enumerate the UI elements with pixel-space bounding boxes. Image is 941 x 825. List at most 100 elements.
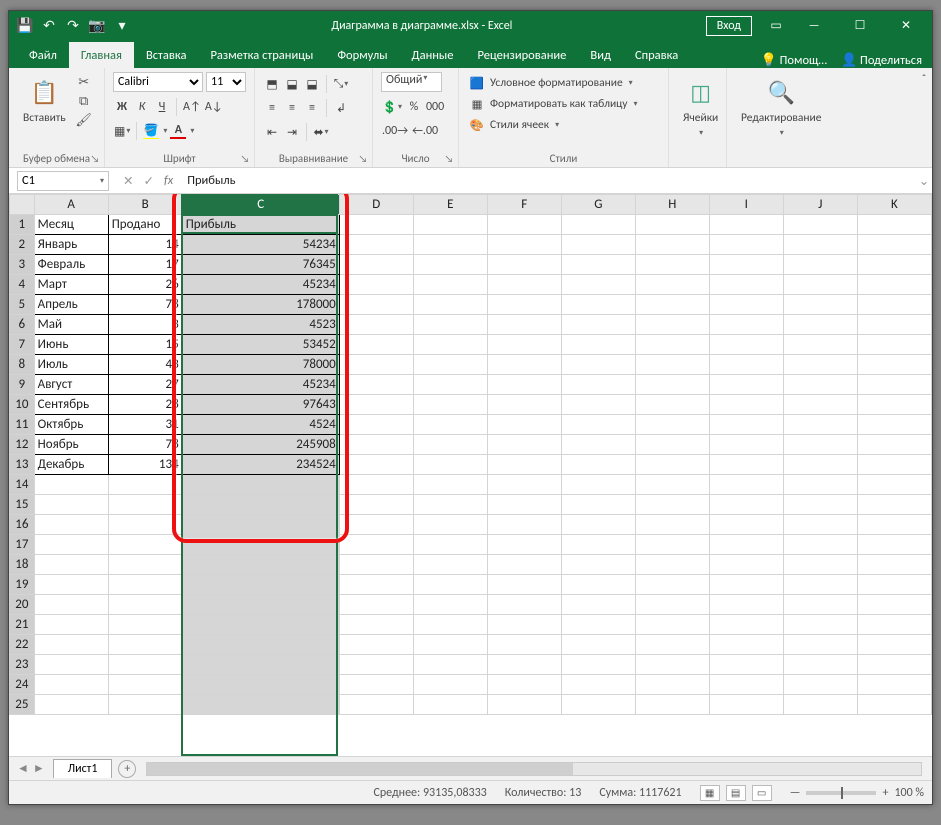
cell-E24[interactable] <box>413 675 487 695</box>
cell-F24[interactable] <box>487 675 561 695</box>
cell-H4[interactable] <box>635 275 709 295</box>
decrease-decimal-icon[interactable]: ←.00 <box>411 122 439 140</box>
cell-F15[interactable] <box>487 495 561 515</box>
column-header-K[interactable]: K <box>857 195 931 215</box>
cell-C7[interactable]: 53452 <box>182 335 339 355</box>
cell-G20[interactable] <box>561 595 635 615</box>
cell-H20[interactable] <box>635 595 709 615</box>
cell-G1[interactable] <box>561 215 635 235</box>
cell-E15[interactable] <box>413 495 487 515</box>
cell-G23[interactable] <box>561 655 635 675</box>
cell-E19[interactable] <box>413 575 487 595</box>
cell-I2[interactable] <box>709 235 783 255</box>
cell-I5[interactable] <box>709 295 783 315</box>
cell-C17[interactable] <box>182 535 339 555</box>
cell-H25[interactable] <box>635 695 709 715</box>
cell-B4[interactable]: 26 <box>108 275 182 295</box>
cell-E18[interactable] <box>413 555 487 575</box>
cell-F3[interactable] <box>487 255 561 275</box>
row-header-22[interactable]: 22 <box>10 635 35 655</box>
cell-E12[interactable] <box>413 435 487 455</box>
cell-F20[interactable] <box>487 595 561 615</box>
cell-E8[interactable] <box>413 355 487 375</box>
cell-F8[interactable] <box>487 355 561 375</box>
cell-J24[interactable] <box>783 675 857 695</box>
cell-I11[interactable] <box>709 415 783 435</box>
cell-H2[interactable] <box>635 235 709 255</box>
cell-F12[interactable] <box>487 435 561 455</box>
column-header-B[interactable]: B <box>108 195 182 215</box>
cell-B1[interactable]: Продано <box>108 215 182 235</box>
cell-I6[interactable] <box>709 315 783 335</box>
cell-D24[interactable] <box>339 675 413 695</box>
cell-C16[interactable] <box>182 515 339 535</box>
cell-H24[interactable] <box>635 675 709 695</box>
cell-I3[interactable] <box>709 255 783 275</box>
cell-J19[interactable] <box>783 575 857 595</box>
cell-A23[interactable] <box>34 655 108 675</box>
row-header-17[interactable]: 17 <box>10 535 35 555</box>
cell-D12[interactable] <box>339 435 413 455</box>
cell-D7[interactable] <box>339 335 413 355</box>
cell-D1[interactable] <box>339 215 413 235</box>
cell-I7[interactable] <box>709 335 783 355</box>
cell-D6[interactable] <box>339 315 413 335</box>
cell-A18[interactable] <box>34 555 108 575</box>
qat-customize-icon[interactable]: ▾ <box>114 18 130 34</box>
increase-decimal-icon[interactable]: .00→ <box>381 122 409 140</box>
cell-B23[interactable] <box>108 655 182 675</box>
cell-C13[interactable]: 234524 <box>182 455 339 475</box>
cell-D10[interactable] <box>339 395 413 415</box>
cell-C11[interactable]: 4524 <box>182 415 339 435</box>
cell-A14[interactable] <box>34 475 108 495</box>
format-painter-icon[interactable]: 🖌 <box>76 112 92 128</box>
cell-K9[interactable] <box>857 375 931 395</box>
row-header-18[interactable]: 18 <box>10 555 35 575</box>
cell-H18[interactable] <box>635 555 709 575</box>
cell-E10[interactable] <box>413 395 487 415</box>
cell-E14[interactable] <box>413 475 487 495</box>
horizontal-scrollbar[interactable] <box>146 762 922 776</box>
dialog-launcher-icon[interactable]: ↘ <box>443 152 455 164</box>
minimize-button[interactable]: — <box>792 11 836 40</box>
cell-I1[interactable] <box>709 215 783 235</box>
cell-D18[interactable] <box>339 555 413 575</box>
row-header-11[interactable]: 11 <box>10 415 35 435</box>
row-header-10[interactable]: 10 <box>10 395 35 415</box>
cell-H16[interactable] <box>635 515 709 535</box>
percent-format-icon[interactable]: % <box>405 98 423 116</box>
cell-A10[interactable]: Сентябрь <box>34 395 108 415</box>
expand-formula-bar-icon[interactable]: ⌄ <box>916 173 932 189</box>
cell-J16[interactable] <box>783 515 857 535</box>
cell-F6[interactable] <box>487 315 561 335</box>
cell-A12[interactable]: Ноябрь <box>34 435 108 455</box>
cell-E2[interactable] <box>413 235 487 255</box>
cell-G5[interactable] <box>561 295 635 315</box>
cell-J10[interactable] <box>783 395 857 415</box>
cell-C2[interactable]: 54234 <box>182 235 339 255</box>
cell-K6[interactable] <box>857 315 931 335</box>
cell-A15[interactable] <box>34 495 108 515</box>
cell-K8[interactable] <box>857 355 931 375</box>
cell-E21[interactable] <box>413 615 487 635</box>
cell-A2[interactable]: Январь <box>34 235 108 255</box>
cell-D4[interactable] <box>339 275 413 295</box>
ribbon-tab-файл[interactable]: Файл <box>17 42 69 68</box>
cell-C8[interactable]: 78000 <box>182 355 339 375</box>
cell-C14[interactable] <box>182 475 339 495</box>
cell-G18[interactable] <box>561 555 635 575</box>
cell-H3[interactable] <box>635 255 709 275</box>
cell-I12[interactable] <box>709 435 783 455</box>
cell-A4[interactable]: Март <box>34 275 108 295</box>
cell-F9[interactable] <box>487 375 561 395</box>
maximize-button[interactable]: ☐ <box>838 11 882 40</box>
cell-A16[interactable] <box>34 515 108 535</box>
cell-A22[interactable] <box>34 635 108 655</box>
cell-B19[interactable] <box>108 575 182 595</box>
cell-J25[interactable] <box>783 695 857 715</box>
cell-C1[interactable]: Прибыль <box>182 215 339 235</box>
cell-I23[interactable] <box>709 655 783 675</box>
cell-K19[interactable] <box>857 575 931 595</box>
prev-sheet-icon[interactable]: ◄ <box>17 761 29 776</box>
cell-J4[interactable] <box>783 275 857 295</box>
